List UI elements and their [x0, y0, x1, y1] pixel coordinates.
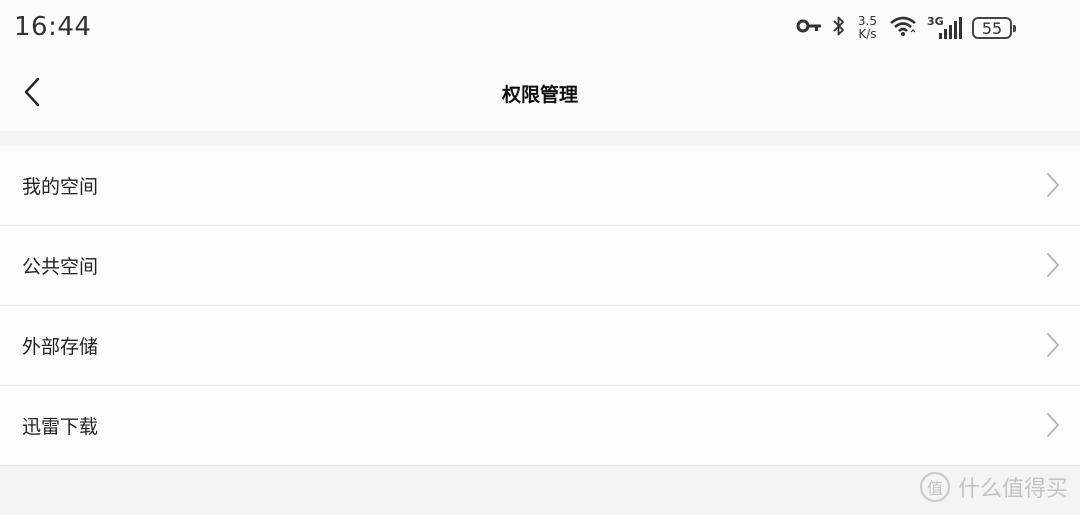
list-item-label: 公共空间: [22, 256, 99, 278]
battery-icon: 55: [972, 17, 1016, 39]
list-item-xunlei-download[interactable]: 迅雷下载: [0, 386, 1080, 466]
permission-list: 我的空间 公共空间 外部存储 迅雷下载: [0, 146, 1080, 466]
signal-icon: 3G: [927, 15, 962, 39]
watermark: 值 什么值得买: [919, 471, 1068, 503]
watermark-text: 什么值得买: [957, 477, 1068, 502]
page-title: 权限管理: [501, 84, 578, 106]
header-bar: 权限管理: [0, 56, 1080, 131]
list-item-my-space[interactable]: 我的空间: [0, 146, 1080, 226]
chevron-right-icon: [1046, 252, 1060, 282]
list-item-label: 我的空间: [22, 176, 99, 198]
list-item-public-space[interactable]: 公共空间: [0, 226, 1080, 306]
bluetooth-icon: [832, 15, 846, 41]
net-speed: 3.5 K/s: [858, 15, 877, 41]
net-speed-unit: K/s: [858, 27, 877, 41]
chevron-right-icon: [1046, 172, 1060, 202]
status-bar: 16:44 3.5 K/s 3G 55: [0, 0, 1080, 56]
list-item-label: 外部存储: [22, 336, 99, 358]
wifi-icon: [889, 16, 917, 40]
network-type: 3G: [927, 15, 944, 28]
list-item-label: 迅雷下载: [22, 416, 99, 438]
chevron-right-icon: [1046, 412, 1060, 442]
status-time: 16:44: [14, 12, 92, 42]
list-item-external-storage[interactable]: 外部存储: [0, 306, 1080, 386]
status-icons: 3.5 K/s 3G 55: [796, 12, 1016, 44]
watermark-logo-icon: 值: [919, 472, 950, 502]
key-icon: [796, 18, 822, 38]
battery-level: 55: [981, 18, 1003, 38]
chevron-right-icon: [1046, 332, 1060, 362]
